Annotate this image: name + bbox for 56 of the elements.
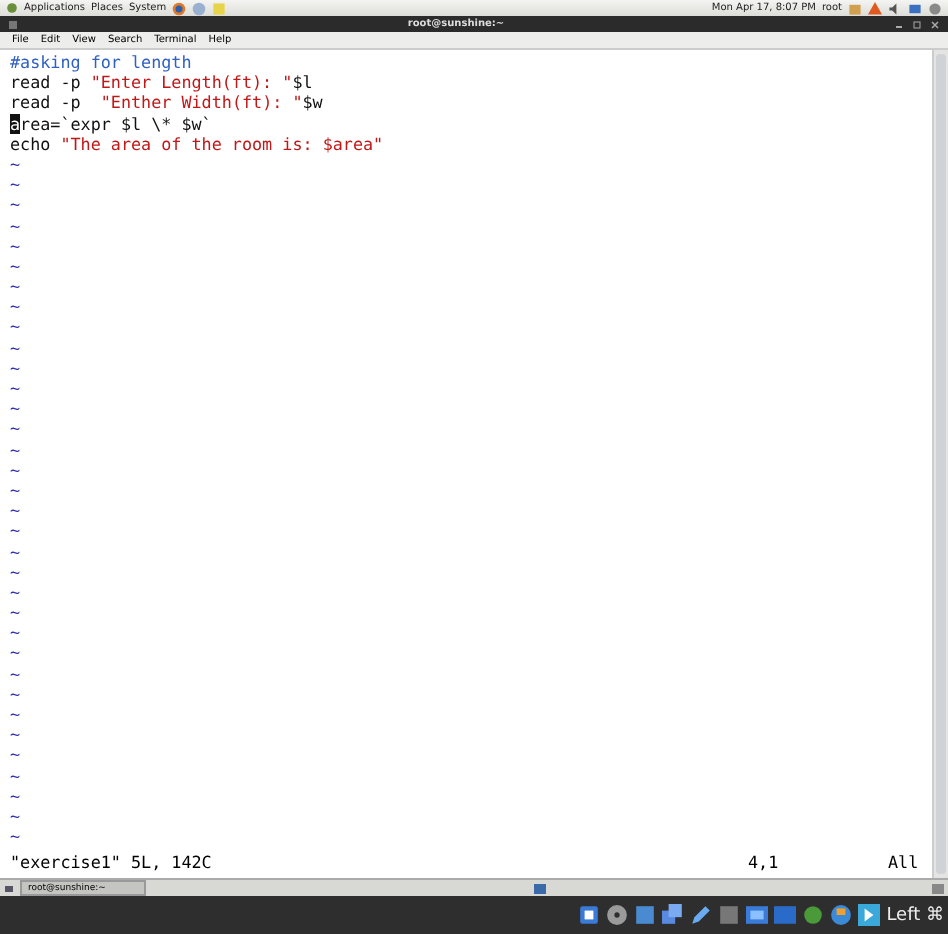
code-line: #asking for length <box>10 52 194 73</box>
empty-line-marker: ~ <box>10 235 21 256</box>
empty-line-marker: ~ <box>10 622 21 643</box>
empty-line-marker: ~ <box>10 398 21 419</box>
empty-line-marker: ~ <box>10 439 21 460</box>
empty-line-marker: ~ <box>10 500 21 521</box>
globe-icon[interactable] <box>830 904 853 926</box>
empty-line-marker: ~ <box>10 378 21 399</box>
optical-disc-icon[interactable] <box>606 904 629 926</box>
empty-line-marker: ~ <box>10 194 21 215</box>
host-key: Left ⌘ <box>886 905 944 925</box>
network-icon[interactable] <box>908 1 922 15</box>
show-desktop-icon[interactable] <box>4 883 14 893</box>
pencil-icon[interactable] <box>690 904 713 926</box>
code-line: read -p "Enther Width(ft): "$w <box>10 92 325 114</box>
empty-line-marker: ~ <box>10 418 21 440</box>
empty-line-marker: ~ <box>10 276 21 297</box>
empty-line-marker: ~ <box>10 765 21 786</box>
empty-line-marker: ~ <box>10 744 21 766</box>
empty-line-marker: ~ <box>10 459 21 480</box>
empty-line-marker: ~ <box>10 479 21 501</box>
empty-line-marker: ~ <box>10 541 21 562</box>
empty-line-marker: ~ <box>10 316 21 338</box>
empty-line-marker: ~ <box>10 174 21 195</box>
globe-icon[interactable] <box>172 1 187 15</box>
empty-line-marker: ~ <box>10 826 21 847</box>
cursor-position: 4,1 <box>748 851 781 872</box>
empty-line-marker: ~ <box>10 642 21 664</box>
workspace-switcher[interactable] <box>533 883 545 893</box>
square-icon[interactable] <box>718 904 741 926</box>
empty-line-marker: ~ <box>10 805 21 827</box>
close-icon[interactable] <box>930 19 940 29</box>
empty-line-marker: ~ <box>10 153 21 175</box>
empty-line-marker: ~ <box>10 255 21 277</box>
code-line: a rea=`expr $l \* $w` <box>10 113 214 134</box>
empty-line-marker: ~ <box>10 663 21 684</box>
empty-line-marker: ~ <box>10 602 21 623</box>
empty-line-marker: ~ <box>10 704 21 725</box>
maximize-icon[interactable] <box>912 19 922 29</box>
empty-line-marker: ~ <box>10 581 21 603</box>
empty-line-marker: ~ <box>10 215 21 236</box>
code-line: echo "The area of the room is: $area" <box>10 133 386 154</box>
empty-line-marker: ~ <box>10 724 21 745</box>
scroll-position: All <box>888 851 921 872</box>
empty-line-marker: ~ <box>10 561 21 582</box>
empty-line-marker: ~ <box>10 296 21 317</box>
empty-line-marker: ~ <box>10 357 21 378</box>
empty-line-marker: ~ <box>10 337 21 358</box>
scrollbar[interactable] <box>932 50 948 878</box>
display-icon[interactable] <box>746 904 769 926</box>
empty-line-marker: ~ <box>10 520 21 541</box>
status-message: "exercise1" 5L, 142C <box>10 851 214 872</box>
empty-line-marker: ~ <box>10 785 21 806</box>
code-line: read -p "Enter Length(ft): "$l <box>10 72 315 93</box>
empty-line-marker: ~ <box>10 683 21 704</box>
shared-folder-icon[interactable] <box>662 904 685 926</box>
